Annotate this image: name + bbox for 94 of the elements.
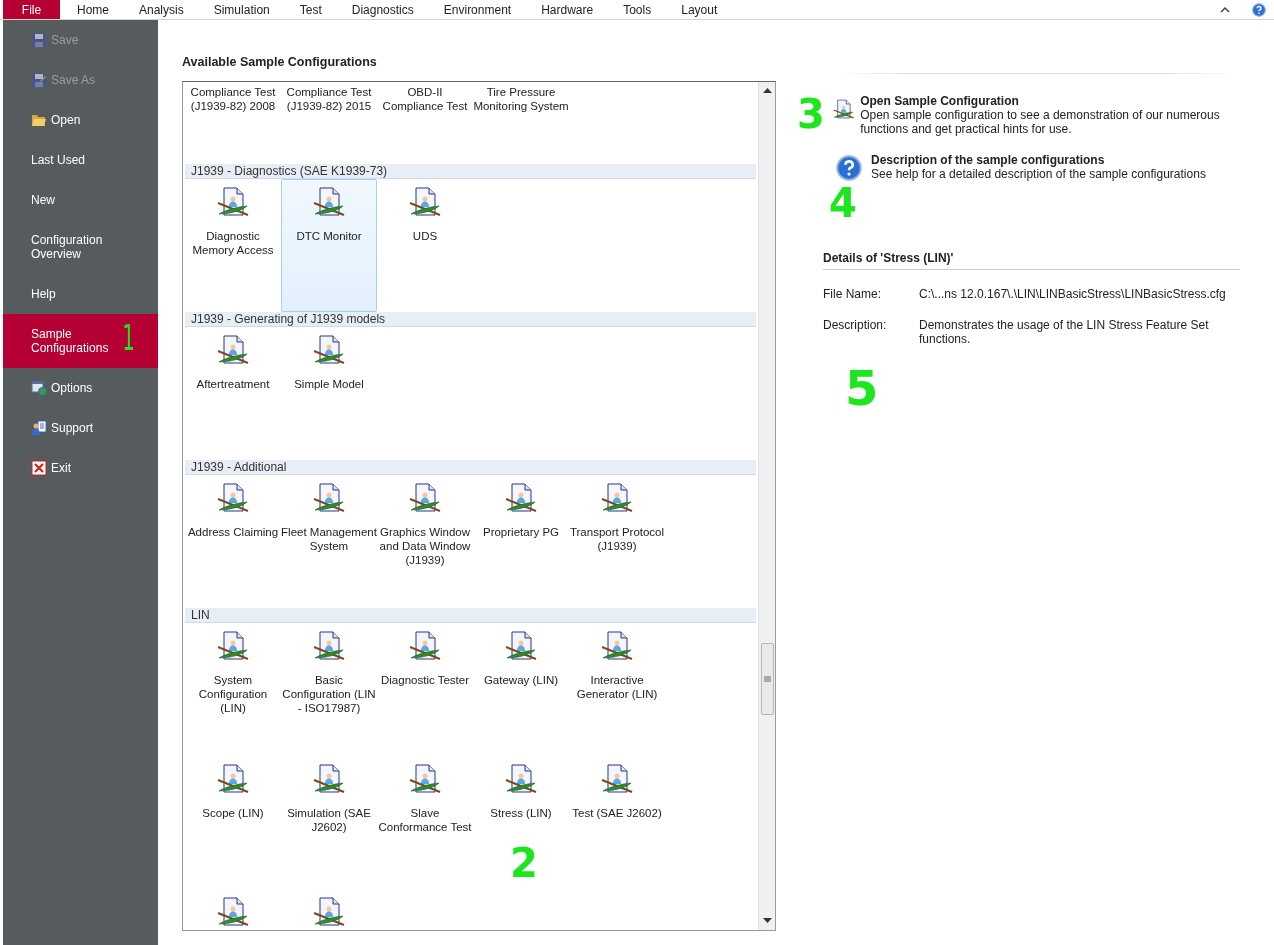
section-title: Available Sample Configurations (182, 55, 378, 71)
detail-value: C:\...ns 12.0.167\.\LIN\LINBasicStress\LINBasicStress.cfg (919, 287, 1227, 301)
action-link[interactable]: Description of the sample configurations (871, 153, 1206, 167)
scroll-up-icon[interactable] (762, 87, 772, 93)
sample-tile[interactable]: Address Claiming (185, 475, 281, 608)
annotation-number: 1 (122, 320, 135, 356)
sidebar-item[interactable]: Last Used (3, 140, 158, 180)
sidebar-item[interactable]: New (3, 180, 158, 220)
document-kayak-icon (313, 483, 345, 515)
document-kayak-icon (505, 483, 537, 515)
detail-label: Description: (823, 318, 888, 334)
document-kayak-icon (505, 764, 537, 796)
sidebar-item[interactable]: Exit (3, 448, 158, 488)
menu-item[interactable]: Test (284, 0, 337, 19)
menu-item[interactable]: Home (62, 0, 124, 19)
person-document-icon (31, 420, 47, 436)
sample-tile[interactable]: Transport Protocol (J1939) (569, 475, 665, 608)
sample-tile[interactable]: Scope (LIN) (185, 756, 281, 889)
sample-tile[interactable]: Test (SAE J2602) (569, 756, 665, 889)
group-header: LIN (185, 608, 756, 623)
action-link[interactable]: Open Sample Configuration (860, 94, 1240, 108)
document-kayak-icon (409, 764, 441, 796)
document-kayak-icon (409, 483, 441, 515)
sample-tile[interactable]: Basic Configuration (LIN - ISO17987) (281, 623, 377, 756)
sidebar-item[interactable]: Help (3, 274, 158, 314)
sample-tile[interactable]: System Configuration (LIN) (185, 623, 281, 756)
annotation-number: 5 (845, 364, 879, 412)
scrollbar-thumb[interactable] (760, 643, 774, 715)
help-icon[interactable] (1252, 2, 1266, 17)
sample-tile[interactable]: Tire Pressure Monitoring System (473, 82, 569, 164)
sample-tile[interactable]: DTC Monitor (281, 179, 377, 312)
sample-tile[interactable]: Simulation (SAE J2602) (281, 756, 377, 889)
annotation-number: 3 (797, 94, 825, 134)
document-kayak-icon (217, 631, 249, 663)
document-kayak-icon (601, 764, 633, 796)
annotation-number: 4 (829, 183, 857, 223)
close-icon (31, 460, 47, 476)
menu-item[interactable]: Environment (428, 0, 527, 19)
group-header: J1939 - Additional (185, 460, 756, 475)
sidebar-item[interactable]: Open (3, 100, 158, 140)
document-kayak-icon (217, 187, 249, 219)
annotation-number: 2 (510, 843, 538, 883)
document-kayak-icon (601, 631, 633, 663)
document-kayak-icon (217, 764, 249, 796)
sample-tile[interactable]: Gateway (LIN) (473, 623, 569, 756)
document-kayak-icon (313, 631, 345, 663)
sample-tile[interactable]: Interactive Generator (LIN) (569, 623, 665, 756)
sample-tile[interactable]: OBD-II Compliance Test (377, 82, 473, 164)
sample-tile[interactable]: Compliance Test (J1939-82) 2015 (281, 82, 377, 164)
menu-item[interactable]: Analysis (124, 0, 199, 19)
sidebar-item[interactable]: Support (3, 408, 158, 448)
sample-tile[interactable]: Diagnostic Memory Access (185, 179, 281, 312)
action-description: See help for a detailed description of the sample configurations (871, 167, 1206, 181)
document-kayak-icon (601, 483, 633, 515)
help-icon[interactable] (836, 155, 862, 181)
sample-tile[interactable]: Proprietary PG (473, 475, 569, 608)
group-header: J1939 - Diagnostics (SAE K1939-73) (185, 164, 756, 179)
document-kayak-icon (409, 187, 441, 219)
document-kayak-icon (409, 631, 441, 663)
sample-tile[interactable]: Slave Conformance Test (377, 756, 473, 889)
document-kayak-icon (313, 187, 345, 219)
sample-tile[interactable]: Compliance Test (J1939-82) 2008 (185, 82, 281, 164)
details-title: Details of 'Stress (LIN)' (823, 251, 1240, 270)
sidebar-item[interactable]: Options (3, 368, 158, 408)
sidebar-item[interactable]: Sample Configurations 1 (3, 314, 158, 368)
sample-tile[interactable]: Graphics Window and Data Window (J1939) (377, 475, 473, 608)
document-kayak-icon (505, 631, 537, 663)
document-kayak-icon (313, 335, 345, 367)
menu-item[interactable]: Diagnostics (336, 0, 429, 19)
menu-item[interactable]: Layout (666, 0, 733, 19)
detail-value: Demonstrates the usage of the LIN Stress Feature Set functions. (919, 318, 1210, 346)
scroll-down-icon[interactable] (762, 918, 772, 924)
detail-label: File Name: (823, 287, 882, 301)
menu-item[interactable]: File (3, 0, 60, 19)
sample-tile[interactable]: Aftertreatment (185, 327, 281, 460)
window-globe-icon (31, 380, 47, 396)
sample-tile[interactable]: UDS (377, 179, 473, 312)
folder-icon (31, 112, 47, 128)
document-kayak-icon (313, 764, 345, 796)
document-kayak-icon (217, 335, 249, 367)
sample-tile[interactable]: Diagnostic Tester (377, 623, 473, 756)
collapse-caret-icon[interactable] (1220, 6, 1230, 13)
sidebar-item[interactable]: Configuration Overview (3, 220, 158, 274)
group-header: J1939 - Generating of J1939 models (185, 312, 756, 327)
document-kayak-icon (217, 483, 249, 515)
document-kayak-icon (313, 897, 345, 929)
menu-item[interactable]: Hardware (526, 0, 609, 19)
sample-tile[interactable]: Simple Model (281, 327, 377, 460)
action-description: Open sample configuration to see a demonstration of our numerous functions and get practical hints for use. (860, 108, 1221, 136)
sample-tile[interactable]: Fleet Management System (281, 475, 377, 608)
menu-item[interactable]: Tools (608, 0, 667, 19)
sample-tile[interactable]: Stress (LIN) 2 (473, 756, 569, 889)
menu-item[interactable]: Simulation (198, 0, 285, 19)
document-kayak-icon (217, 897, 249, 929)
